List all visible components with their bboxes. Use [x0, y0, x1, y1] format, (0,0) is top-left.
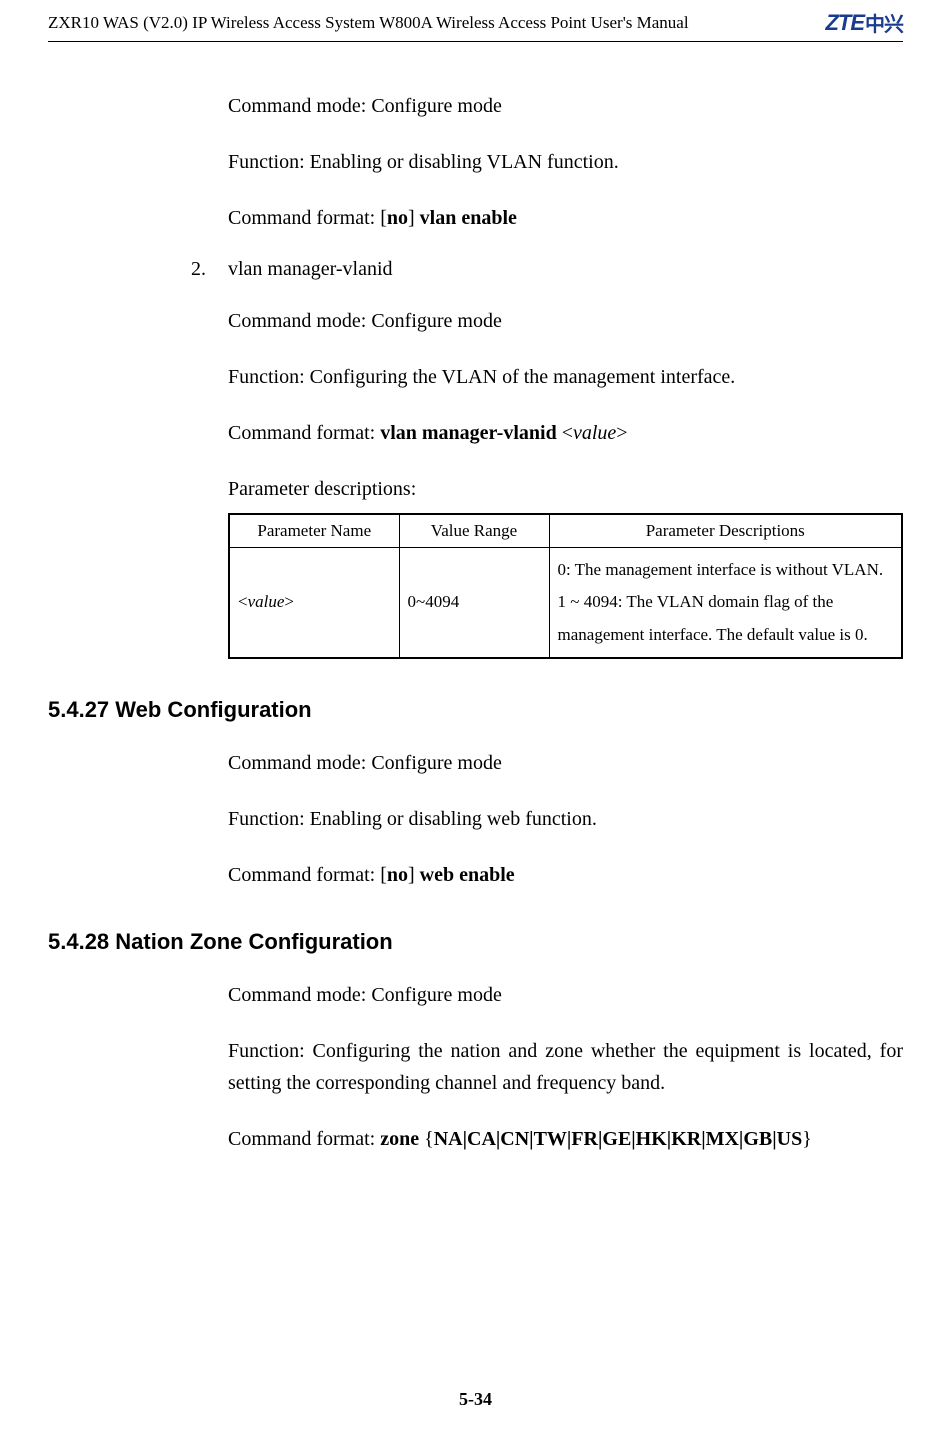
- command-format-text: Command format: [no] vlan enable: [228, 202, 903, 234]
- logo-text: ZTE: [825, 10, 864, 36]
- zone-options: NA|CA|CN|TW|FR|GE|HK|KR|MX|GB|US: [434, 1128, 803, 1150]
- page-footer: 5-34: [0, 1389, 951, 1410]
- cmd-no: no: [387, 864, 408, 886]
- brace-open: {: [419, 1128, 434, 1150]
- cmd-zone: zone: [380, 1128, 419, 1150]
- page-header: ZXR10 WAS (V2.0) IP Wireless Access Syst…: [48, 0, 903, 42]
- function-text: Function: Enabling or disabling VLAN fun…: [228, 146, 903, 178]
- command-mode-text: Command mode: Configure mode: [228, 747, 903, 779]
- cmd-mid: ]: [408, 864, 420, 886]
- cmd-no: no: [387, 207, 408, 229]
- zte-logo: ZTE中兴: [825, 8, 903, 37]
- angle-close: >: [284, 592, 294, 611]
- cmd-prefix: Command format: [: [228, 864, 387, 886]
- angle-open: <: [238, 592, 248, 611]
- td-param-name: <value>: [229, 548, 399, 658]
- command-format-text: Command format: [no] web enable: [228, 859, 903, 891]
- param-desc-label: Parameter descriptions:: [228, 473, 903, 505]
- cmd-prefix: Command format:: [228, 1128, 380, 1150]
- th-value-range: Value Range: [399, 514, 549, 548]
- command-mode-text: Command mode: Configure mode: [228, 90, 903, 122]
- list-number: 2.: [188, 258, 206, 281]
- angle-close: >: [616, 422, 627, 444]
- command-format-text: Command format: vlan manager-vlanid <val…: [228, 417, 903, 449]
- main-content: Command mode: Configure mode Function: E…: [48, 90, 903, 1155]
- list-item-2: 2. vlan manager-vlanid: [188, 258, 903, 281]
- function-text: Function: Configuring the VLAN of the ma…: [228, 361, 903, 393]
- td-param-desc: 0: The management interface is without V…: [549, 548, 902, 658]
- cmd-prefix: Command format:: [228, 422, 380, 444]
- cmd-vlan-enable: vlan enable: [420, 207, 517, 229]
- td-value-range: 0~4094: [399, 548, 549, 658]
- brace-close: }: [802, 1128, 812, 1150]
- table-row: <value> 0~4094 0: The management interfa…: [229, 548, 902, 658]
- command-mode-text: Command mode: Configure mode: [228, 979, 903, 1011]
- cmd-mid: ]: [408, 207, 420, 229]
- cmd-vlan-manager: vlan manager-vlanid: [380, 422, 557, 444]
- list-text: vlan manager-vlanid: [228, 258, 393, 281]
- command-mode-text: Command mode: Configure mode: [228, 305, 903, 337]
- parameter-table: Parameter Name Value Range Parameter Des…: [228, 513, 903, 659]
- page-number: 5-34: [459, 1389, 492, 1409]
- cmd-web-enable: web enable: [420, 864, 515, 886]
- section-5-4-27-heading: 5.4.27 Web Configuration: [48, 697, 903, 723]
- angle-open: <: [557, 422, 573, 444]
- function-text: Function: Configuring the nation and zon…: [228, 1035, 903, 1099]
- table-header-row: Parameter Name Value Range Parameter Des…: [229, 514, 902, 548]
- header-title: ZXR10 WAS (V2.0) IP Wireless Access Syst…: [48, 13, 689, 33]
- section-5-4-28-heading: 5.4.28 Nation Zone Configuration: [48, 929, 903, 955]
- th-param-name: Parameter Name: [229, 514, 399, 548]
- value-placeholder: value: [573, 422, 616, 444]
- logo-cn: 中兴: [865, 8, 903, 37]
- command-format-text: Command format: zone {NA|CA|CN|TW|FR|GE|…: [228, 1123, 903, 1155]
- function-text: Function: Enabling or disabling web func…: [228, 803, 903, 835]
- th-param-desc: Parameter Descriptions: [549, 514, 902, 548]
- cmd-prefix: Command format: [: [228, 207, 387, 229]
- value-placeholder: value: [248, 592, 285, 611]
